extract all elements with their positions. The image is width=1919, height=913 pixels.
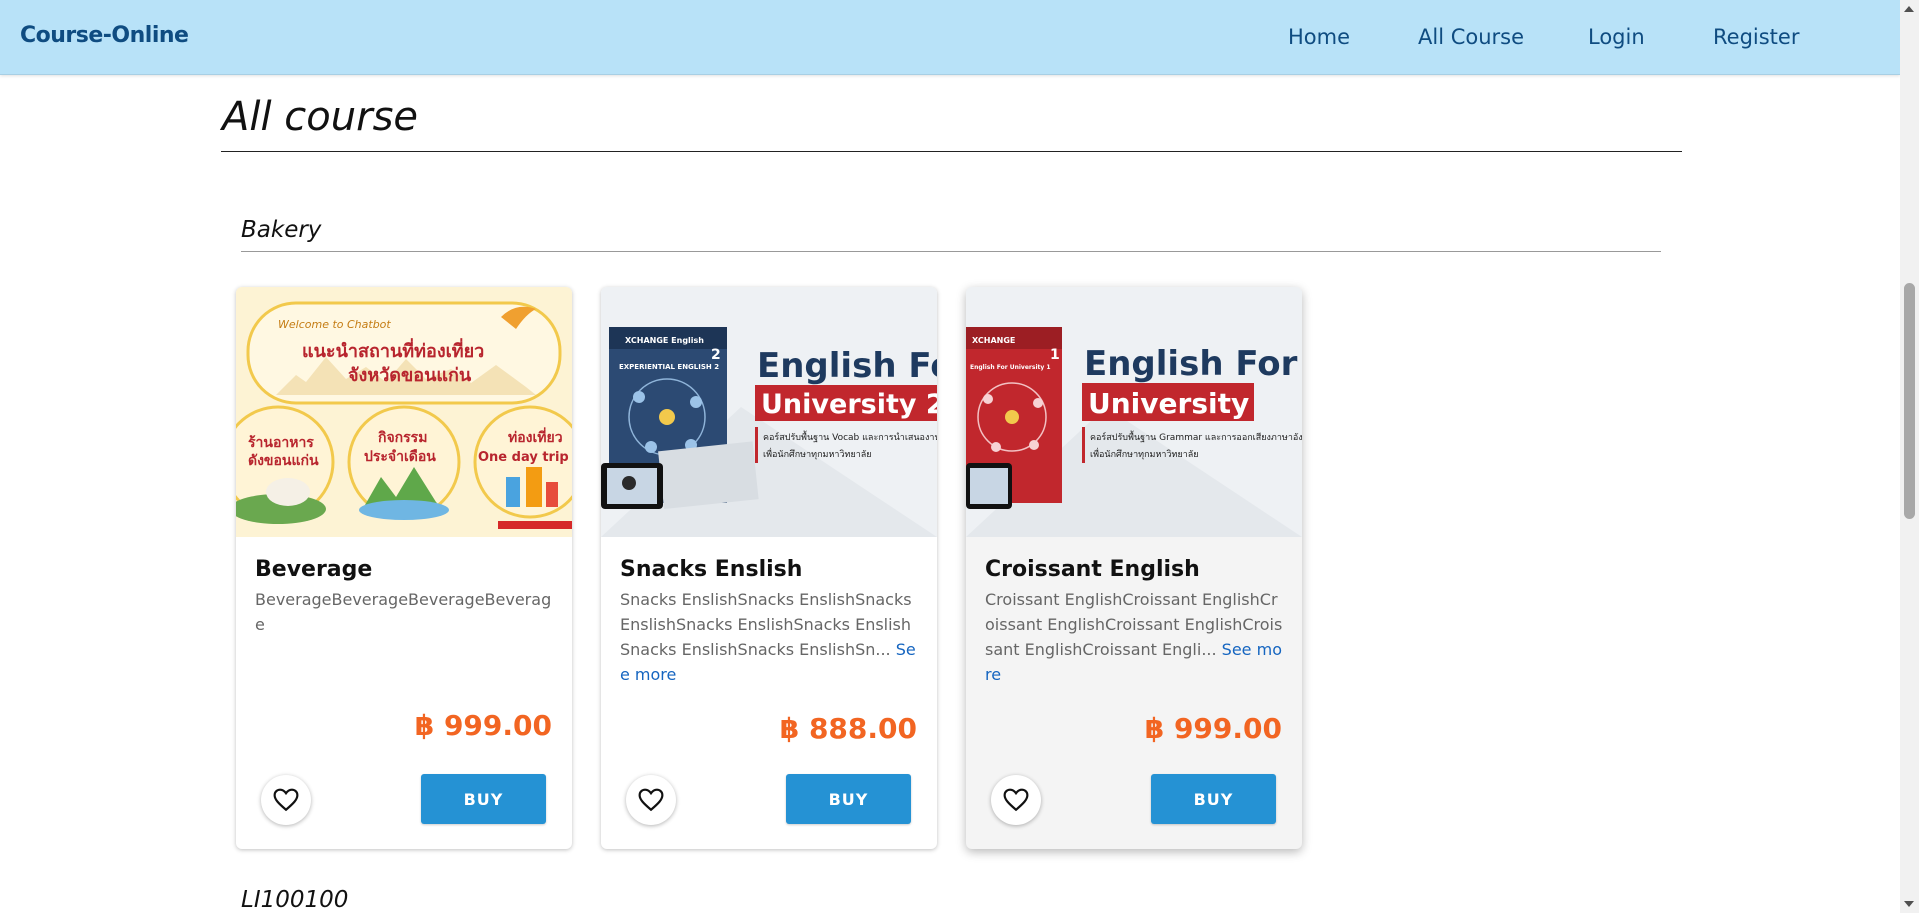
- scroll-down-arrow-icon[interactable]: [1904, 901, 1914, 907]
- image-text-headline2: จังหวัดขอนแก่น: [348, 365, 472, 386]
- course-description: Croissant EnglishCroissant EnglishCroiss…: [985, 587, 1285, 687]
- image-text-headline2: University 2: [761, 389, 937, 420]
- heart-outline-icon: [1003, 788, 1029, 812]
- image-text-circle3b: One day trip: [478, 450, 569, 465]
- brand-logo[interactable]: Course-Online: [20, 23, 189, 48]
- course-card-croissant-english[interactable]: XCHANGE English For University 1 1 Engli…: [966, 287, 1302, 849]
- heart-outline-icon: [273, 788, 299, 812]
- category-divider: [241, 251, 1661, 252]
- course-card-snacks-enslish[interactable]: XCHANGE English EXPERIENTIAL ENGLISH 2 2…: [601, 287, 937, 849]
- page-title: All course: [222, 94, 419, 140]
- buy-button[interactable]: BUY: [786, 774, 911, 824]
- image-text-welcome: Welcome to Chatbot: [278, 318, 391, 331]
- course-image-snacks-enslish: XCHANGE English EXPERIENTIAL ENGLISH 2 2…: [601, 287, 937, 537]
- image-text-headline1: แนะนำสถานที่ท่องเที่ยว: [302, 338, 484, 362]
- category-title-li100100: LI100100: [241, 887, 349, 913]
- course-description: Snacks EnslishSnacks EnslishSnacks Ensli…: [620, 587, 920, 687]
- scroll-up-arrow-icon[interactable]: [1904, 6, 1914, 12]
- favorite-button[interactable]: [626, 775, 676, 825]
- image-text-headline1: English For: [757, 346, 937, 386]
- heart-outline-icon: [638, 788, 664, 812]
- vertical-scrollbar[interactable]: [1900, 0, 1919, 913]
- favorite-button[interactable]: [991, 775, 1041, 825]
- image-text-book-num: 2: [711, 347, 721, 363]
- image-text-headline1: English For: [1084, 344, 1298, 384]
- course-image-beverage: Welcome to Chatbot แนะนำสถานที่ท่องเที่ย…: [236, 287, 572, 537]
- course-description-text: BeverageBeverageBeverageBeverage: [255, 590, 552, 634]
- image-text-headline2: University: [1088, 387, 1249, 420]
- course-title[interactable]: Croissant English: [985, 557, 1200, 582]
- nav-all-course[interactable]: All Course: [1418, 25, 1524, 49]
- image-text-circle2b: ประจำเดือน: [364, 449, 436, 465]
- nav-register[interactable]: Register: [1713, 25, 1799, 49]
- image-text-book-num: 1: [1050, 347, 1060, 363]
- image-text-circle1b: ดังขอนแก่น: [248, 453, 319, 469]
- course-price: ฿ 888.00: [779, 712, 917, 745]
- course-title[interactable]: Beverage: [255, 557, 372, 582]
- course-description: BeverageBeverageBeverageBeverage: [255, 587, 555, 637]
- buy-button[interactable]: BUY: [1151, 774, 1276, 824]
- image-text-brand: XCHANGE: [972, 336, 1015, 345]
- image-text-circle3a: ท่องเที่ยว: [508, 427, 563, 446]
- category-title-bakery: Bakery: [241, 217, 322, 243]
- nav-login[interactable]: Login: [1588, 25, 1645, 49]
- buy-button[interactable]: BUY: [421, 774, 546, 824]
- scrollbar-thumb[interactable]: [1904, 283, 1915, 519]
- image-text-book-title: EXPERIENTIAL ENGLISH 2: [619, 363, 719, 371]
- image-text-book-title: English For University 1: [970, 364, 1051, 371]
- course-card-beverage[interactable]: Welcome to Chatbot แนะนำสถานที่ท่องเที่ย…: [236, 287, 572, 849]
- image-text-circle2a: กิจกรรม: [377, 430, 427, 446]
- course-price: ฿ 999.00: [414, 709, 552, 742]
- course-title[interactable]: Snacks Enslish: [620, 557, 802, 582]
- favorite-button[interactable]: [261, 775, 311, 825]
- nav-home[interactable]: Home: [1288, 25, 1350, 49]
- course-image-croissant-english: XCHANGE English For University 1 1 Engli…: [966, 287, 1302, 537]
- image-text-brand: XCHANGE English: [625, 336, 704, 345]
- course-description-text: Snacks EnslishSnacks EnslishSnacks Ensli…: [620, 590, 912, 659]
- course-price: ฿ 999.00: [1144, 712, 1282, 745]
- top-navbar: Course-Online Home All Course Login Regi…: [0, 0, 1900, 75]
- image-text-circle1a: ร้านอาหาร: [248, 435, 314, 451]
- title-divider: [221, 151, 1682, 152]
